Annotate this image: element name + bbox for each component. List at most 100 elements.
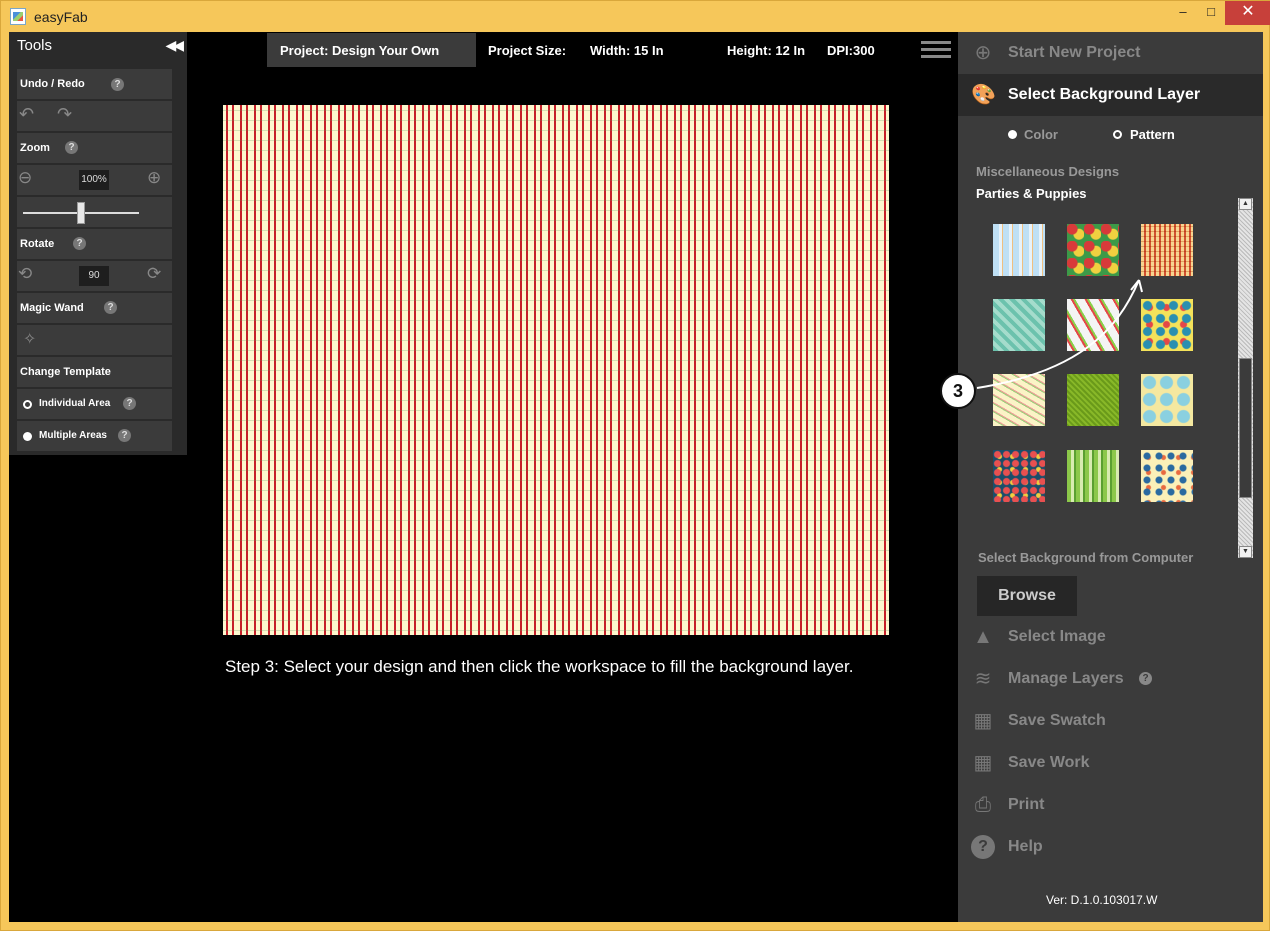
workspace-canvas[interactable]	[223, 105, 889, 635]
select-background-layer-item[interactable]: 🎨 Select Background Layer	[958, 74, 1263, 116]
start-new-project-label: Start New Project	[1008, 44, 1141, 61]
pattern-option-label[interactable]: Pattern	[1130, 127, 1175, 142]
zoom-label: Zoom	[20, 142, 50, 154]
callout-arrow	[976, 279, 1143, 389]
magic-wand-icon[interactable]: ✧	[23, 329, 36, 349]
multiple-areas-option[interactable]: Multiple Areas ?	[17, 421, 172, 452]
undo-redo-label: Undo / Redo	[20, 78, 85, 90]
select-background-layer-label: Select Background Layer	[1008, 86, 1201, 103]
multiple-areas-label: Multiple Areas	[39, 430, 107, 441]
rotate-row: Rotate ?	[17, 229, 172, 260]
help-icon[interactable]: ?	[111, 78, 124, 91]
pattern-swatch[interactable]	[1141, 450, 1193, 502]
pattern-swatch[interactable]	[993, 450, 1045, 502]
magic-wand-controls: ✧	[17, 325, 172, 356]
tools-panel: Tools ◀◀ Undo / Redo ? ↶ ↷ Zoom ? ⊖ 100%…	[9, 32, 187, 455]
step-instruction: Step 3: Select your design and then clic…	[225, 657, 854, 676]
magic-wand-label: Magic Wand	[20, 302, 84, 314]
pattern-swatch[interactable]	[1141, 224, 1193, 276]
help-icon[interactable]: ?	[123, 397, 136, 410]
project-name: Project: Design Your Own	[280, 43, 440, 58]
save-swatch-label: Save Swatch	[1008, 712, 1106, 729]
select-image-label: Select Image	[1008, 628, 1106, 645]
help-icon[interactable]: ?	[118, 429, 131, 442]
individual-area-option[interactable]: Individual Area ?	[17, 389, 172, 420]
zoom-input[interactable]: 100%	[79, 170, 109, 190]
scroll-down-icon[interactable]: ▼	[1239, 546, 1252, 558]
undo-icon[interactable]: ↶	[19, 104, 34, 125]
right-panel: ⊕ Start New Project 🎨 Select Background …	[958, 32, 1263, 922]
browse-button[interactable]: Browse	[977, 576, 1077, 616]
pattern-swatch[interactable]	[1067, 450, 1119, 502]
undo-redo-buttons: ↶ ↷	[17, 101, 172, 132]
subcategory-label: Parties & Puppies	[976, 186, 1087, 201]
printer-icon: ⎙	[975, 794, 991, 816]
pattern-swatch[interactable]	[993, 224, 1045, 276]
shapes-icon: ▲	[973, 626, 993, 648]
palette-icon: 🎨	[971, 84, 996, 106]
undo-redo-row: Undo / Redo ?	[17, 69, 172, 100]
project-height: Height: 12 In	[727, 43, 806, 58]
scrollbar-thumb[interactable]	[1239, 358, 1252, 498]
manage-layers-item[interactable]: ≋ Manage Layers ?	[958, 658, 1263, 700]
grid-check-icon: ▦	[973, 710, 993, 732]
help-icon[interactable]: ?	[1139, 672, 1152, 685]
pattern-swatch[interactable]	[1067, 224, 1119, 276]
scroll-up-icon[interactable]: ▲	[1239, 198, 1252, 210]
swatch-scrollbar[interactable]: ▲ ▼	[1238, 198, 1253, 558]
rotate-input[interactable]: 90	[79, 266, 109, 286]
select-from-computer-label: Select Background from Computer	[978, 550, 1194, 565]
radio-individual-area[interactable]	[23, 400, 32, 409]
radio-color[interactable]	[1008, 130, 1017, 139]
project-name-box: Project: Design Your Own	[267, 33, 476, 67]
maximize-button[interactable]: □	[1197, 1, 1225, 25]
close-button[interactable]: ✕	[1225, 1, 1270, 25]
client-area: Tools ◀◀ Undo / Redo ? ↶ ↷ Zoom ? ⊖ 100%…	[9, 32, 1263, 922]
question-icon: ?	[971, 835, 995, 859]
plus-circle-icon: ⊕	[974, 42, 992, 64]
app-icon	[10, 8, 26, 25]
manage-layers-label: Manage Layers	[1008, 670, 1124, 687]
change-template-row: Change Template	[17, 357, 172, 388]
individual-area-label: Individual Area	[39, 398, 111, 409]
save-swatch-item[interactable]: ▦ Save Swatch	[958, 700, 1263, 742]
minimize-button[interactable]: –	[1169, 1, 1197, 25]
zoom-in-icon[interactable]: ⊕	[147, 168, 161, 188]
help-item[interactable]: ? Help	[958, 826, 1263, 868]
version-label: Ver: D.1.0.103017.W	[1046, 893, 1158, 907]
color-option-label[interactable]: Color	[1024, 127, 1058, 142]
project-width: Width: 15 In	[590, 43, 664, 58]
callout-badge: 3	[940, 373, 976, 409]
zoom-controls: ⊖ 100% ⊕	[17, 165, 172, 196]
radio-multiple-areas[interactable]	[23, 432, 32, 441]
help-icon[interactable]: ?	[73, 237, 86, 250]
zoom-slider-thumb[interactable]	[77, 202, 85, 224]
zoom-slider-row	[17, 197, 172, 228]
select-image-item[interactable]: ▲ Select Image	[958, 616, 1263, 658]
print-item[interactable]: ⎙ Print	[958, 784, 1263, 826]
save-work-label: Save Work	[1008, 754, 1090, 771]
help-icon[interactable]: ?	[65, 141, 78, 154]
rotate-label: Rotate	[20, 238, 55, 250]
radio-pattern[interactable]	[1113, 130, 1122, 139]
collapse-icon[interactable]: ◀◀	[165, 37, 183, 54]
rotate-left-icon[interactable]: ⟲	[18, 264, 32, 284]
app-window: easyFab – □ ✕ Tools ◀◀ Undo / Redo ? ↶ ↷…	[0, 0, 1270, 931]
change-template-label: Change Template	[20, 366, 111, 378]
help-icon[interactable]: ?	[104, 301, 117, 314]
project-size-label: Project Size:	[488, 43, 567, 58]
layers-icon: ≋	[974, 668, 992, 690]
save-work-item[interactable]: ▦ Save Work	[958, 742, 1263, 784]
magic-wand-row: Magic Wand ?	[17, 293, 172, 324]
window-title: easyFab	[34, 9, 88, 25]
zoom-out-icon[interactable]: ⊖	[18, 168, 32, 188]
project-dpi: DPI:300	[827, 43, 875, 58]
grid-check-icon: ▦	[973, 752, 993, 774]
title-bar: easyFab – □ ✕	[1, 1, 1270, 33]
start-new-project-item[interactable]: ⊕ Start New Project	[958, 32, 1263, 74]
rotate-right-icon[interactable]: ⟳	[147, 264, 161, 284]
menu-icon[interactable]	[921, 41, 951, 59]
redo-icon[interactable]: ↷	[57, 104, 72, 125]
category-label: Miscellaneous Designs	[976, 164, 1120, 179]
rotate-controls: ⟲ 90 ⟳	[17, 261, 172, 292]
